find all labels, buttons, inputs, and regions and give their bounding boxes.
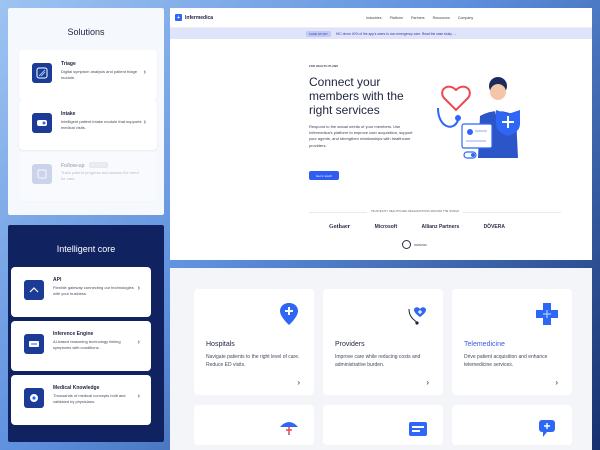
omnium-logo: OMNIUM	[402, 240, 427, 249]
knowledge-icon	[24, 388, 44, 408]
service-title: Hospitals	[206, 341, 235, 348]
doctor-illustration	[437, 77, 520, 159]
nav-company[interactable]: Company	[458, 16, 473, 20]
knowledge-title: Medical Knowledge	[53, 385, 100, 391]
service-desc: Improve care while reducing costs and ad…	[335, 354, 421, 368]
service-card-partial[interactable]	[194, 405, 314, 445]
chevron-right-icon: ›	[555, 378, 558, 387]
solutions-title: Solutions	[67, 27, 105, 37]
triage-desc: Digital symptom analysis and patient tri…	[61, 69, 138, 80]
nav-resources[interactable]: Resources	[433, 16, 450, 20]
intake-desc: Intelligent patient intake module that s…	[61, 119, 142, 130]
api-desc: Flexible gateway connecting our technolo…	[53, 285, 134, 296]
api-title: API	[53, 277, 62, 283]
partner-logos: Gothaer Microsoft Allianz Partners DÖVER…	[329, 224, 505, 230]
hospital-pin-icon	[280, 303, 298, 325]
lead-text: Respond to the actual needs of your memb…	[309, 124, 413, 148]
nav-industries[interactable]: Industries	[366, 16, 382, 20]
chevron-right-icon: ›	[143, 119, 146, 126]
banner-text: HIC drove 40% of the app's users to non-…	[336, 31, 457, 36]
case-study-pill: CASE STUDY	[305, 30, 332, 37]
dovera-logo: DÖVERA	[483, 224, 505, 230]
nav-links: Industries Platform Partners Resources C…	[366, 16, 473, 20]
service-card-hospitals[interactable]: Hospitals Navigate patients to the right…	[194, 289, 314, 395]
service-card-providers[interactable]: Providers Improve care while reducing co…	[323, 289, 443, 395]
service-card-partial[interactable]	[323, 405, 443, 445]
brand-name: Infermedica	[185, 14, 214, 21]
api-card[interactable]: API Flexible gateway connecting our tech…	[11, 267, 151, 317]
chevron-right-icon: ›	[297, 378, 300, 387]
followup-card[interactable]: Follow-up IN PILOT Track patient progress…	[19, 151, 157, 201]
nav-partners[interactable]: Partners	[411, 16, 425, 20]
pilot-badge: IN PILOT	[88, 162, 109, 168]
microsoft-logo: Microsoft	[374, 224, 398, 230]
nav-platform[interactable]: Platform	[390, 16, 403, 20]
case-study-banner[interactable]: CASE STUDY HIC drove 40% of the app's us…	[170, 28, 592, 39]
intake-icon	[32, 113, 52, 133]
inference-engine-card[interactable]: Inference Engine AI-based reasoning tech…	[11, 321, 151, 371]
brand-logo[interactable]: + Infermedica	[175, 14, 213, 21]
brand-plus-icon: +	[175, 14, 182, 21]
chevron-right-icon: ›	[137, 393, 140, 400]
service-desc: Drive patient acquisition and enhance te…	[464, 354, 548, 368]
stethoscope-heart-icon	[408, 307, 426, 325]
followup-title: Follow-up IN PILOT	[61, 162, 109, 169]
medical-knowledge-card[interactable]: Medical Knowledge Thousands of medical c…	[11, 375, 151, 425]
gothaer-logo: Gothaer	[329, 224, 351, 230]
service-title: Telemedicine	[464, 341, 505, 348]
followup-title-text: Follow-up	[61, 163, 85, 169]
inference-desc: AI-based reasoning technology linking sy…	[53, 339, 121, 350]
chevron-right-icon: ›	[426, 378, 429, 387]
inference-title: Inference Engine	[53, 331, 94, 337]
followup-desc: Track patient progress and assess the ne…	[61, 170, 139, 181]
service-title: Providers	[335, 341, 365, 348]
intake-card[interactable]: Intake Intelligent patient intake module…	[19, 100, 157, 150]
eyebrow: FOR HEALTH PLANS	[309, 65, 339, 68]
top-nav: + Infermedica Industries Platform Partne…	[170, 8, 592, 28]
get-in-touch-button[interactable]: Get in touch	[309, 171, 339, 180]
chevron-right-icon: ›	[137, 339, 140, 346]
followup-icon	[32, 164, 52, 184]
id-card-icon	[409, 422, 427, 436]
core-title: Intelligent core	[56, 244, 116, 254]
inference-icon	[24, 334, 44, 354]
services-section: Hospitals Navigate patients to the right…	[170, 268, 592, 450]
api-icon	[24, 280, 44, 300]
service-card-telemedicine[interactable]: Telemedicine Drive patient acquisition a…	[452, 289, 572, 395]
chevron-right-icon: ›	[137, 285, 140, 292]
chevron-right-icon: ›	[143, 69, 146, 76]
medical-cross-icon	[536, 303, 558, 325]
umbrella-icon	[280, 422, 298, 435]
service-desc: Navigate patients to the right level of …	[206, 354, 300, 368]
trusted-label: TRUSTED BY HEALTHCARE ORGANIZATIONS AROU…	[367, 210, 464, 213]
triage-icon	[32, 63, 52, 83]
intelligent-core-panel: Intelligent core API Flexible gateway co…	[8, 225, 164, 442]
triage-title: Triage	[61, 61, 76, 67]
chat-plus-icon	[539, 420, 555, 437]
omnium-mark-icon	[402, 240, 411, 249]
allianz-logo: Allianz Partners	[421, 224, 460, 230]
triage-card[interactable]: Triage Digital symptom analysis and pati…	[19, 50, 157, 100]
headline: Connect your members with the right serv…	[309, 75, 404, 117]
service-card-partial[interactable]	[452, 405, 572, 445]
knowledge-desc: Thousands of medical concepts built and …	[53, 393, 126, 404]
intake-title: Intake	[61, 111, 76, 117]
omnium-text: OMNIUM	[414, 242, 427, 247]
solutions-panel: Solutions Triage Digital symptom analysi…	[8, 8, 164, 215]
